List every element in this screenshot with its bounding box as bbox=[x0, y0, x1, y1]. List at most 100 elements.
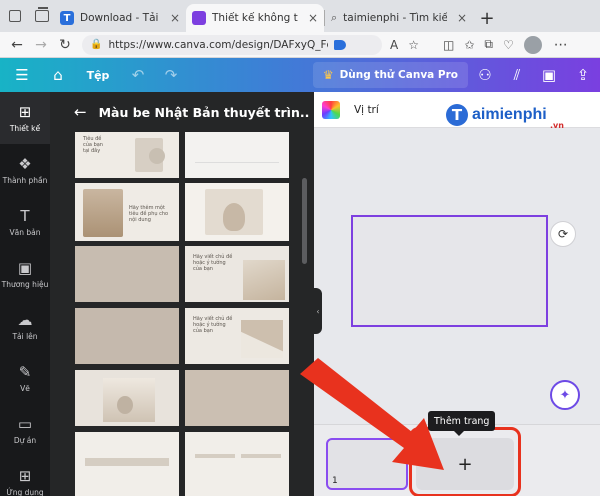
thumbnail-photo bbox=[117, 396, 133, 414]
rail-item-label: Dự án bbox=[13, 435, 37, 445]
rail-item-label: Văn bản bbox=[9, 227, 41, 237]
rail-item-5[interactable]: ✎ Vẽ bbox=[0, 352, 50, 404]
canva-favicon-icon bbox=[192, 11, 206, 25]
templates-panel: ← Màu be Nhật Bản thuyết trìn... Tiêu đề… bbox=[50, 92, 314, 496]
thumbnail-text: Hãy viết chủ đề hoặc ý tưởng của bạn bbox=[193, 316, 233, 334]
back-button[interactable]: ← bbox=[6, 34, 28, 56]
share-people-icon[interactable]: ⚇ bbox=[468, 58, 502, 92]
elements-icon: ❖ bbox=[18, 154, 32, 173]
rail-item-6[interactable]: ▭ Dự án bbox=[0, 404, 50, 456]
watermark-logo-text: aimienphi bbox=[472, 106, 547, 123]
url-text: https://www.canva.com/design/DAFxyQ_Fc..… bbox=[108, 38, 329, 51]
rail-item-3[interactable]: ▣ Thương hiệu bbox=[0, 248, 50, 300]
file-menu-button[interactable]: Tệp bbox=[76, 58, 120, 92]
read-aloud-icon[interactable]: A bbox=[390, 38, 398, 52]
template-thumbnail[interactable]: Hãy viết chủ đề hoặc ý tưởng của bạn bbox=[185, 246, 289, 302]
tab-collections-button[interactable] bbox=[30, 0, 54, 32]
thumbnail-photo bbox=[243, 260, 285, 300]
position-button[interactable]: Vị trí bbox=[354, 104, 379, 116]
template-thumbnail[interactable] bbox=[185, 132, 289, 178]
template-thumbnail[interactable] bbox=[75, 432, 179, 496]
template-thumbnail[interactable] bbox=[75, 246, 179, 302]
tab-title: taimienphi - Tìm kiếm bbox=[343, 12, 447, 24]
collapse-panel-handle[interactable]: ‹ bbox=[314, 288, 322, 334]
color-picker-icon[interactable] bbox=[322, 100, 340, 119]
browser-tab-bar: T Download - Tải Miễn Ph × Thiết kế khôn… bbox=[0, 0, 600, 32]
upload-share-icon[interactable]: ⇪ bbox=[566, 58, 600, 92]
browser-tab-canva[interactable]: Thiết kế không tên - Bả × bbox=[186, 4, 324, 32]
redo-icon[interactable]: ↷ bbox=[156, 58, 186, 92]
rail-item-2[interactable]: T Văn bản bbox=[0, 196, 50, 248]
template-thumbnail[interactable] bbox=[185, 370, 289, 426]
draw-icon: ✎ bbox=[18, 362, 32, 381]
crown-icon: ♛ bbox=[322, 68, 334, 82]
collections-icon bbox=[35, 7, 49, 22]
panel-scrollbar[interactable] bbox=[302, 178, 307, 264]
tab-title: Download - Tải Miễn Ph bbox=[80, 12, 160, 24]
rail-item-label: Tải lên bbox=[12, 331, 38, 341]
template-thumbnail[interactable]: Tiêu đề của bạn tại đây bbox=[75, 132, 179, 178]
try-canva-pro-button[interactable]: ♛ Dùng thử Canva Pro bbox=[312, 62, 468, 88]
template-thumbnail[interactable]: Hãy thêm một tiêu đề phụ cho nội dung bbox=[75, 183, 179, 241]
template-thumbnail[interactable] bbox=[75, 370, 179, 426]
add-page-tooltip: Thêm trang bbox=[428, 411, 496, 436]
rail-item-label: Ứng dụng bbox=[6, 487, 44, 496]
panel-header: ← Màu be Nhật Bản thuyết trìn... bbox=[50, 92, 314, 132]
insights-icon[interactable]: ⫽ bbox=[502, 58, 532, 92]
rail-item-0[interactable]: ⊞ Thiết kế bbox=[0, 92, 50, 144]
favorites-icon[interactable]: ✩ bbox=[464, 38, 474, 52]
template-thumbnail[interactable] bbox=[185, 432, 289, 496]
canva-top-bar: ☰ ⌂ Tệp ↶ ↷ ♛ Dùng thử Canva Pro ⚇ ⫽ ▣ ⇪ bbox=[0, 58, 600, 92]
back-arrow-icon[interactable]: ← bbox=[74, 103, 87, 121]
tab-actions-button[interactable] bbox=[0, 0, 30, 32]
browser-tab-download[interactable]: T Download - Tải Miễn Ph × bbox=[54, 4, 186, 32]
profile-avatar[interactable] bbox=[523, 35, 542, 54]
page-number: 1 bbox=[332, 476, 338, 486]
magic-sparkle-icon[interactable]: ✦ bbox=[550, 380, 580, 410]
thumbnail-bar bbox=[241, 454, 281, 458]
browser-tab-search[interactable]: ⌕ taimienphi - Tìm kiếm × bbox=[325, 4, 473, 32]
menu-icon[interactable]: ☰ bbox=[0, 58, 44, 92]
rail-item-label: Thương hiệu bbox=[1, 279, 49, 289]
brand-icon: ▣ bbox=[17, 258, 33, 277]
thumbnail-text: Tiêu đề của bạn tại đây bbox=[83, 136, 103, 154]
browser-essentials-icon[interactable]: ♡ bbox=[503, 38, 514, 52]
watermark-logo-suffix: .vn bbox=[550, 121, 564, 130]
more-options-icon[interactable]: ⋯ bbox=[550, 34, 572, 56]
close-icon[interactable]: × bbox=[457, 11, 467, 25]
rail-item-1[interactable]: ❖ Thành phần bbox=[0, 144, 50, 196]
close-icon[interactable]: × bbox=[170, 11, 180, 25]
browser-toolbar-icons: A ☆ ◫ ✩ ⧉ ♡ bbox=[390, 37, 514, 52]
template-thumbnail[interactable] bbox=[75, 308, 179, 364]
layout-icon: ⊞ bbox=[18, 102, 32, 121]
url-field[interactable]: 🔒 https://www.canva.com/design/DAFxyQ_Fc… bbox=[82, 34, 382, 55]
rail-item-4[interactable]: ☁ Tải lên bbox=[0, 300, 50, 352]
try-pro-label: Dùng thử Canva Pro bbox=[339, 69, 458, 81]
new-tab-button[interactable]: + bbox=[473, 4, 501, 32]
address-bar-row: ← → ↻ 🔒 https://www.canva.com/design/DAF… bbox=[0, 32, 600, 58]
home-icon[interactable]: ⌂ bbox=[44, 58, 72, 92]
refresh-button[interactable]: ↻ bbox=[54, 34, 76, 56]
panel-title: Màu be Nhật Bản thuyết trìn... bbox=[98, 104, 309, 120]
collections-icon[interactable]: ⧉ bbox=[484, 37, 493, 52]
watermark-logo-mark: T bbox=[446, 104, 468, 126]
add-page-button[interactable]: + bbox=[416, 438, 514, 490]
template-thumbnail[interactable] bbox=[185, 183, 289, 241]
refresh-page-icon[interactable]: ⟳ bbox=[550, 221, 576, 247]
close-icon[interactable]: × bbox=[308, 11, 318, 25]
present-icon[interactable]: ▣ bbox=[532, 58, 566, 92]
rail-item-label: Thành phần bbox=[2, 175, 48, 185]
favorite-star-icon[interactable]: ☆ bbox=[408, 38, 419, 52]
thumbnail-line bbox=[195, 162, 279, 163]
tag-icon[interactable] bbox=[334, 39, 347, 50]
split-screen-icon[interactable]: ◫ bbox=[443, 38, 454, 52]
watermark-logo: T aimienphi .vn bbox=[446, 104, 564, 130]
page-thumbnail[interactable]: 1 bbox=[326, 438, 408, 490]
rail-item-7[interactable]: ⊞ Ứng dụng bbox=[0, 456, 50, 496]
template-thumbnail[interactable]: Hãy viết chủ đề hoặc ý tưởng của bạn bbox=[185, 308, 289, 364]
download-favicon-icon: T bbox=[60, 11, 74, 25]
forward-button[interactable]: → bbox=[30, 34, 52, 56]
undo-icon[interactable]: ↶ bbox=[120, 58, 156, 92]
design-page[interactable] bbox=[351, 215, 548, 327]
folder-icon: ▭ bbox=[17, 414, 33, 433]
